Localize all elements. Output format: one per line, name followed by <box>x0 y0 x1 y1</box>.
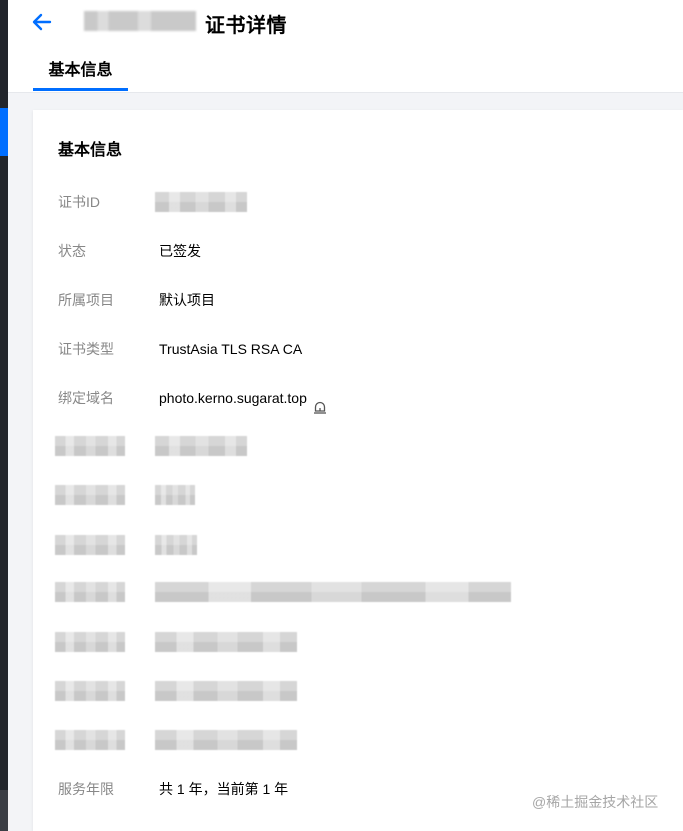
row-redacted-5 <box>33 622 683 662</box>
redacted-cert-id-value <box>155 192 247 212</box>
watermark: @稀土掘金技术社区 <box>532 794 659 810</box>
redacted-value <box>155 436 247 456</box>
redacted-value <box>155 681 297 701</box>
redacted-label <box>55 582 125 602</box>
project-value: 默认项目 <box>159 292 215 308</box>
status-label: 状态 <box>58 243 86 259</box>
domain-value: photo.kerno.sugarat.top <box>159 390 307 406</box>
redacted-certificate-name <box>84 11 196 31</box>
redacted-value <box>155 632 297 652</box>
page-title: 证书详情 <box>205 15 287 37</box>
redacted-value <box>155 535 197 555</box>
tab-basic-info[interactable]: 基本信息 <box>33 50 128 92</box>
service-years-value: 共 1 年，当前第 1 年 <box>159 781 289 797</box>
redacted-label <box>55 485 125 505</box>
redacted-label <box>55 535 125 555</box>
domain-value-wrap: photo.kerno.sugarat.top <box>159 378 328 418</box>
row-redacted-2 <box>33 475 683 515</box>
row-redacted-6 <box>33 671 683 711</box>
redacted-value <box>155 730 297 750</box>
service-years-label: 服务年限 <box>58 781 114 797</box>
row-redacted-4 <box>33 572 683 612</box>
tab-active-underline <box>33 88 128 91</box>
left-nav-active-indicator <box>0 108 8 156</box>
redacted-label <box>55 632 125 652</box>
redacted-label <box>55 730 125 750</box>
lock-icon[interactable] <box>312 390 328 414</box>
row-cert-id: 证书ID <box>33 182 683 222</box>
row-redacted-1 <box>33 426 683 466</box>
project-label: 所属项目 <box>58 292 114 308</box>
status-value: 已签发 <box>159 243 201 259</box>
basic-info-card: 基本信息 证书ID 状态 已签发 所属项目 默认项目 证书类型 TrustAsi… <box>33 110 683 831</box>
left-nav-footer <box>0 790 8 831</box>
row-project: 所属项目 默认项目 <box>33 280 683 320</box>
row-domain: 绑定域名 photo.kerno.sugarat.top <box>33 378 683 418</box>
redacted-value <box>155 582 511 602</box>
redacted-value <box>155 485 195 505</box>
redacted-label <box>55 436 125 456</box>
row-status: 状态 已签发 <box>33 231 683 271</box>
row-redacted-3 <box>33 525 683 565</box>
row-cert-type: 证书类型 TrustAsia TLS RSA CA <box>33 329 683 369</box>
cert-type-label: 证书类型 <box>58 341 114 357</box>
card-title: 基本信息 <box>58 142 123 159</box>
page-header: 证书详情 基本信息 <box>8 0 683 93</box>
redacted-label <box>55 681 125 701</box>
domain-label: 绑定域名 <box>58 390 114 406</box>
cert-type-value: TrustAsia TLS RSA CA <box>159 341 303 357</box>
cert-id-label: 证书ID <box>58 194 100 210</box>
row-redacted-7 <box>33 720 683 760</box>
back-arrow-icon[interactable] <box>30 9 54 35</box>
